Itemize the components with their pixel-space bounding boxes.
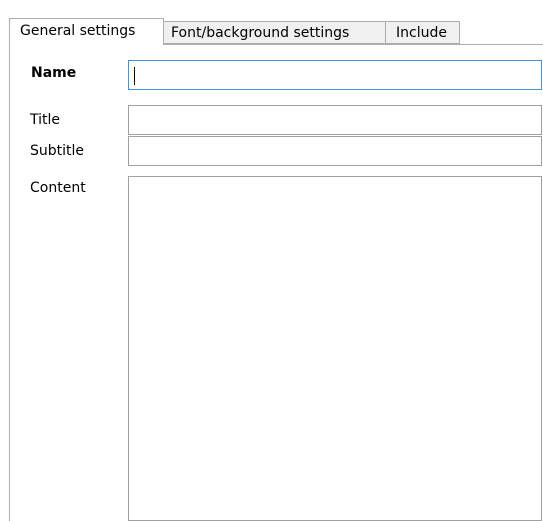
content-textarea[interactable] bbox=[128, 176, 542, 521]
general-settings-panel: Name Title Subtitle Content bbox=[9, 44, 543, 521]
tab-strip: General settings Font/background setting… bbox=[0, 0, 543, 45]
name-input[interactable] bbox=[128, 60, 542, 90]
subtitle-input[interactable] bbox=[128, 136, 542, 166]
text-caret bbox=[134, 67, 135, 85]
content-label: Content bbox=[30, 180, 86, 196]
tab-include[interactable]: Include bbox=[385, 21, 460, 44]
title-label: Title bbox=[30, 112, 61, 128]
name-label: Name bbox=[31, 65, 77, 81]
tab-general-settings[interactable]: General settings bbox=[9, 18, 164, 45]
settings-dialog: General settings Font/background setting… bbox=[0, 0, 543, 521]
subtitle-label: Subtitle bbox=[30, 143, 85, 159]
tab-font-background-settings[interactable]: Font/background settings bbox=[163, 21, 386, 44]
title-input[interactable] bbox=[128, 105, 542, 135]
